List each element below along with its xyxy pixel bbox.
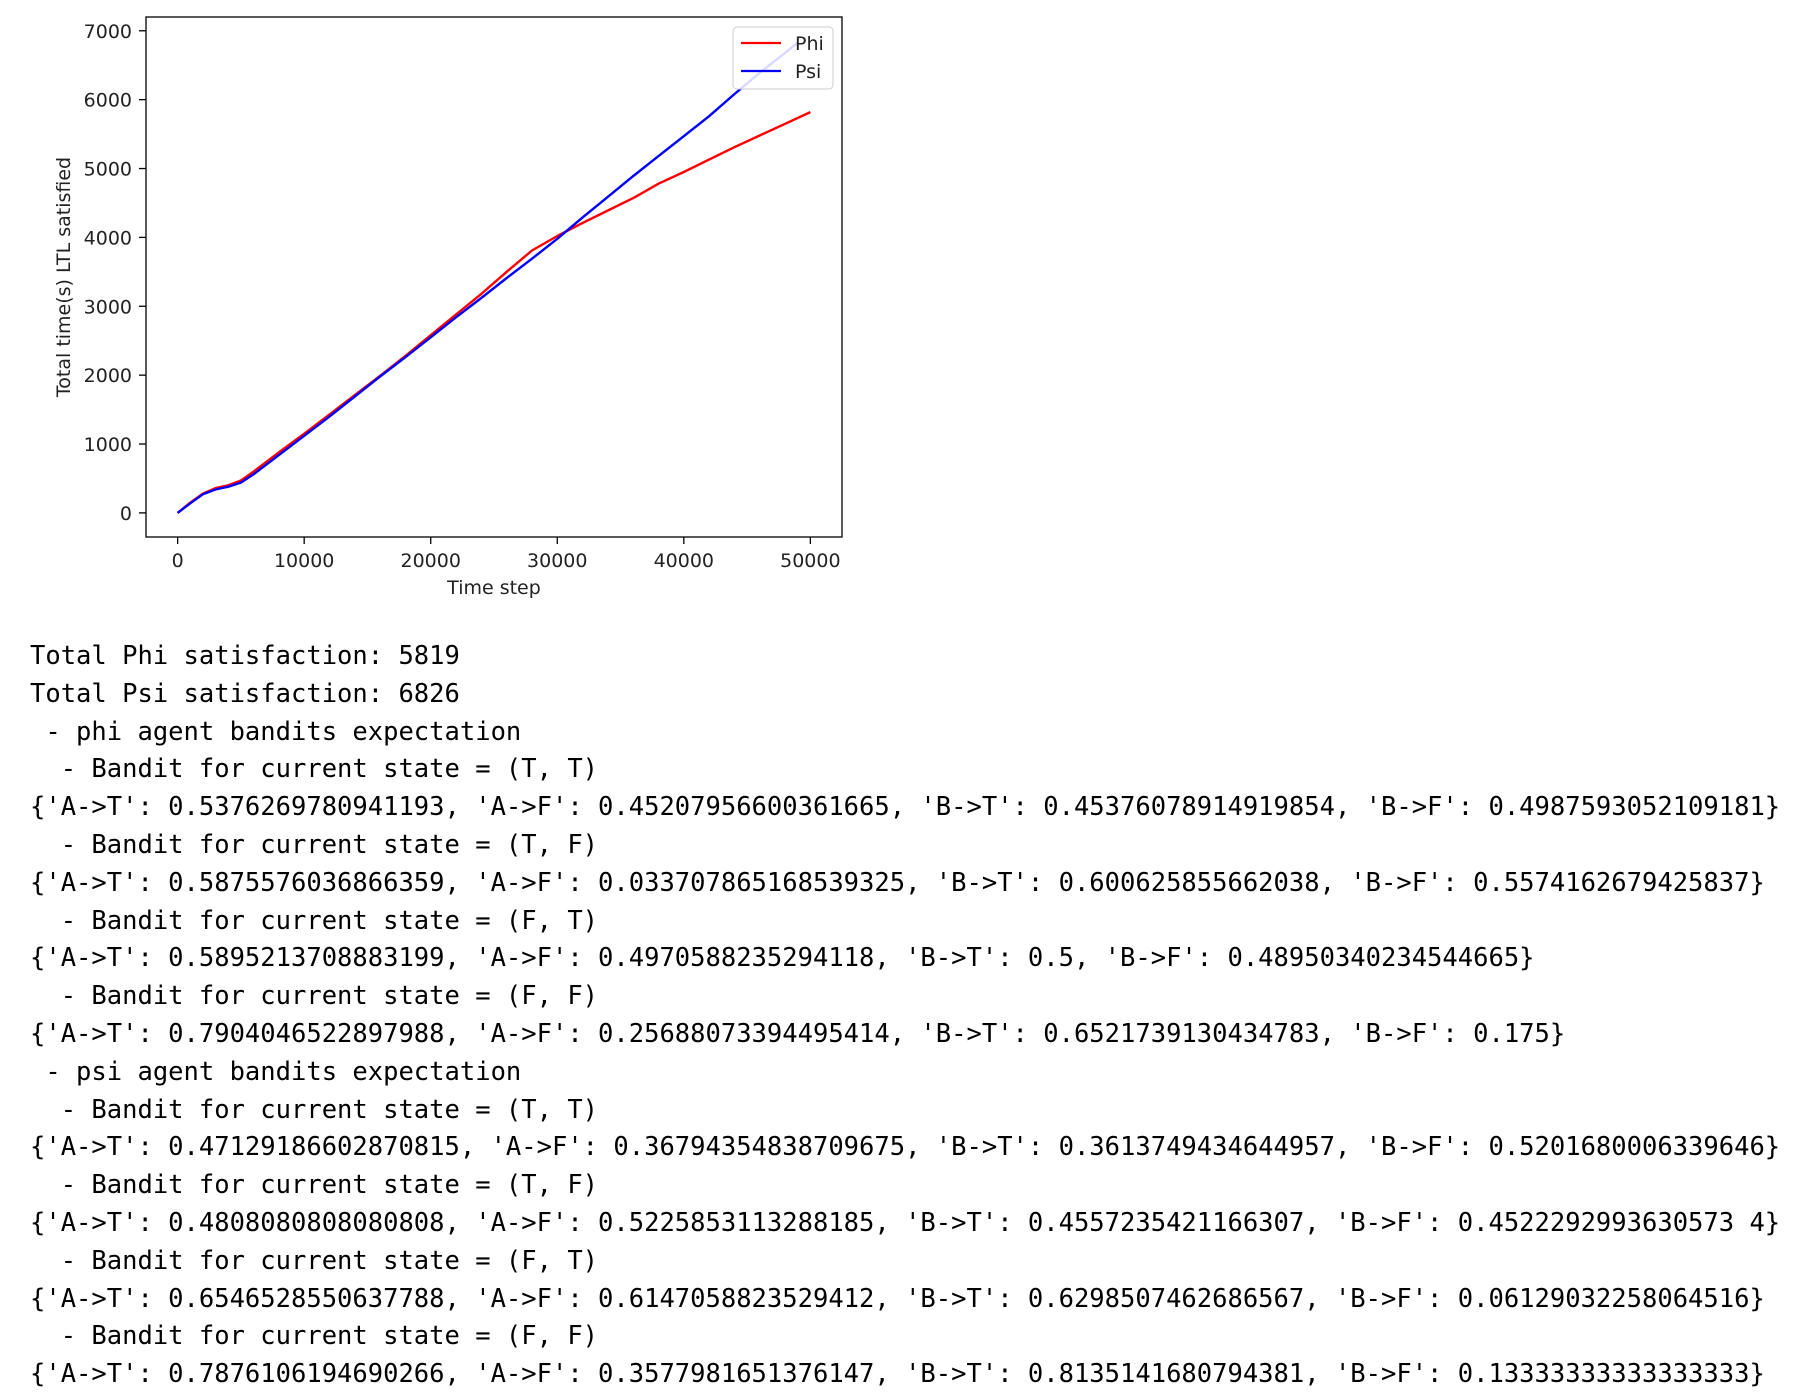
legend-label-phi: Phi xyxy=(795,33,824,55)
output-line: {'A->T': 0.47129186602870815, 'A->F': 0.… xyxy=(30,1132,1781,1163)
output-line: {'A->T': 0.6546528550637788, 'A->F': 0.6… xyxy=(30,1283,1765,1314)
output-line: {'A->T': 0.5895213708883199, 'A->F': 0.4… xyxy=(30,943,1535,974)
y-tick-label: 2000 xyxy=(84,365,132,387)
output-line: - Bandit for current state = (F, T) xyxy=(30,905,599,936)
y-tick-label: 4000 xyxy=(84,227,132,249)
legend: Phi Psi xyxy=(732,26,834,90)
y-tick-label: 7000 xyxy=(84,21,132,43)
output-line: {'A->T': 0.4808080808080808, 'A->F': 0.5… xyxy=(30,1207,1781,1238)
series-line-phi xyxy=(176,111,811,514)
output-line: {'A->T': 0.5875576036866359, 'A->F': 0.0… xyxy=(30,867,1765,898)
y-tick-label: 0 xyxy=(120,503,132,525)
output-line: {'A->T': 0.5376269780941193, 'A->F': 0.4… xyxy=(30,792,1781,823)
line-chart: 0 10000 20000 30000 40000 50000 0 1000 2000 3000… xyxy=(53,16,843,599)
output-line: Total Phi satisfaction: 5819 xyxy=(30,641,460,671)
output-line: - Bandit for current state = (T, F) xyxy=(30,1170,599,1201)
series-line-psi xyxy=(176,41,799,514)
x-tick-label: 40000 xyxy=(654,550,714,572)
x-tick-label: 10000 xyxy=(274,550,334,572)
output-line: {'A->T': 0.7876106194690266, 'A->F': 0.3… xyxy=(30,1359,1765,1390)
output-line: Total Psi satisfaction: 6826 xyxy=(30,678,460,709)
y-tick-label: 6000 xyxy=(84,90,132,112)
y-tick-label: 1000 xyxy=(84,434,132,456)
plot-frame xyxy=(145,16,843,538)
output-line: - Bandit for current state = (F, F) xyxy=(30,981,599,1012)
y-axis: 0 1000 2000 3000 4000 5000 6000 7000 xyxy=(84,21,146,525)
output-line: - Bandit for current state = (F, T) xyxy=(30,1245,599,1276)
x-axis-label: Time step xyxy=(446,577,541,599)
x-tick-label: 30000 xyxy=(527,550,587,572)
output-line: - Bandit for current state = (T, F) xyxy=(30,829,599,860)
output-line: - Bandit for current state = (T, T) xyxy=(30,754,599,785)
console-output: Total Phi satisfaction: 5819 Total Psi sa… xyxy=(30,638,1780,1394)
x-tick-label: 50000 xyxy=(780,550,840,572)
y-tick-label: 5000 xyxy=(84,159,132,181)
y-axis-label: Total time(s) LTL satisfied xyxy=(53,157,75,398)
x-tick-label: 20000 xyxy=(401,550,461,572)
legend-label-psi: Psi xyxy=(795,61,821,83)
output-line: - Bandit for current state = (F, F) xyxy=(30,1321,599,1352)
output-line: {'A->T': 0.7904046522897988, 'A->F': 0.2… xyxy=(30,1018,1566,1049)
output-line: - phi agent bandits expectation xyxy=(30,716,522,747)
plot-lines xyxy=(176,41,811,514)
x-tick-label: 0 xyxy=(172,550,184,572)
y-tick-label: 3000 xyxy=(84,296,132,318)
x-axis: 0 10000 20000 30000 40000 50000 xyxy=(172,537,841,572)
output-line: - psi agent bandits expectation xyxy=(30,1056,522,1087)
output-line: - Bandit for current state = (T, T) xyxy=(30,1094,599,1125)
